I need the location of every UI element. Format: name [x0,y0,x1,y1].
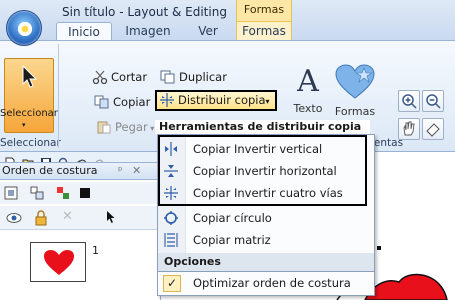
close-icon[interactable]: ✕ [62,209,73,224]
chevron-down-icon[interactable]: ▾ [22,121,26,129]
fill-icon[interactable] [78,186,92,200]
application-menu-button[interactable] [6,10,42,46]
menu-item-copiar-circulo[interactable]: Copiar círculo [158,207,374,229]
mirror-vertical-icon [165,142,177,156]
copy-icon [94,95,109,109]
view-options-icon[interactable] [4,186,18,200]
menu-item-copiar-matriz[interactable]: Copiar matriz [158,229,374,251]
hand-icon [403,121,415,136]
mirror-four-way-icon [164,186,178,200]
lock-icon[interactable] [34,210,48,226]
menu-section-opciones: Opciones [158,253,374,271]
distribuir-copia-button[interactable]: Distribuir copia▾ [155,90,277,111]
panel-toolbar-secondary: ✕ [0,206,160,230]
cortar-button[interactable]: Cortar [92,68,147,86]
group-divider [58,44,59,148]
group-icon[interactable] [30,186,44,200]
distribute-tools-tooltip: Herramientas de distribuir copia [155,120,370,134]
close-icon[interactable]: ✕ [132,163,141,179]
tab-inicio[interactable]: Inicio [56,22,112,41]
menu-item-label: Copiar Invertir vertical [193,142,323,156]
eraser-icon [426,123,440,137]
formas-button[interactable]: Formas [332,64,378,118]
group-label-seleccionar: Seleccionar [0,137,61,149]
menu-item-label: Copiar matriz [193,233,271,247]
eye-icon[interactable] [6,211,22,225]
paste-icon [97,121,111,134]
reshape-tool-button[interactable] [422,118,444,140]
select-arrow-icon [22,65,38,88]
menu-item-label: Copiar Invertir cuatro vías [193,186,343,200]
texto-button[interactable]: A Texto [290,64,326,115]
pegar-button[interactable]: Pegar ▾ [96,118,154,136]
duplicate-icon [160,70,175,84]
zoom-in-button[interactable] [398,90,420,112]
seleccionar-label: Seleccionar [0,108,58,119]
chevron-down-icon[interactable]: ▾ [266,97,270,106]
stitch-order-item[interactable] [30,242,86,282]
context-tab-group-label: Formas [236,0,292,22]
zoom-out-button[interactable] [422,90,444,112]
color-icon[interactable] [56,186,70,200]
heart-shape-icon [44,250,74,275]
menu-item-label: Copiar Invertir horizontal [193,164,337,178]
circle-copy-icon [164,211,178,225]
matrix-copy-icon [164,233,178,247]
menu-item-label: Copiar círculo [193,211,272,225]
panel-title: Orden de costura [2,164,98,177]
mirror-horizontal-icon [164,165,178,177]
window-title: Sin título - Layout & Editing [62,5,227,19]
zoom-in-icon [402,94,417,109]
texto-label: Texto [293,102,323,115]
check-icon: ✓ [163,275,181,292]
distribuir-copia-menu: Copiar Invertir vertical Copiar Invertir… [157,134,375,272]
app-logo-icon [16,20,34,38]
panel-toolbar [0,182,160,204]
shapes-heart-icon [335,64,375,99]
panel-header: Orden de costura ᵖ ✕ [0,162,160,180]
stitch-order-number: 1 [92,244,99,257]
menu-item-copiar-invertir-vertical[interactable]: Copiar Invertir vertical [158,138,374,160]
distribuir-label: Distribuir copia [178,93,266,107]
duplicar-button[interactable]: Duplicar [160,68,227,86]
tab-formas[interactable]: Formas [236,22,292,41]
tab-ver[interactable]: Ver [188,22,228,41]
cortar-label: Cortar [111,70,148,84]
distribute-copy-icon [160,93,174,107]
menu-item-optimizar-orden-de-costura[interactable]: ✓ Optimizar orden de costura [157,272,375,296]
scissors-icon [92,70,108,84]
zoom-out-icon [426,94,441,109]
pegar-label: Pegar [115,120,148,134]
seleccionar-button[interactable] [4,58,54,133]
menu-item-label: Optimizar orden de costura [193,276,351,290]
formas-label: Formas [334,105,376,118]
copiar-label: Copiar [113,95,151,109]
menu-item-copiar-invertir-cuatro-vias[interactable]: Copiar Invertir cuatro vías [158,182,374,204]
tab-imagen[interactable]: Imagen [118,22,178,41]
menu-item-copiar-invertir-horizontal[interactable]: Copiar Invertir horizontal [158,160,374,182]
duplicar-label: Duplicar [179,70,227,84]
copiar-button[interactable]: Copiar [94,93,150,111]
pointer-icon[interactable] [106,210,116,224]
pin-icon[interactable]: ᵖ [118,163,123,179]
text-a-icon: A [297,64,319,99]
